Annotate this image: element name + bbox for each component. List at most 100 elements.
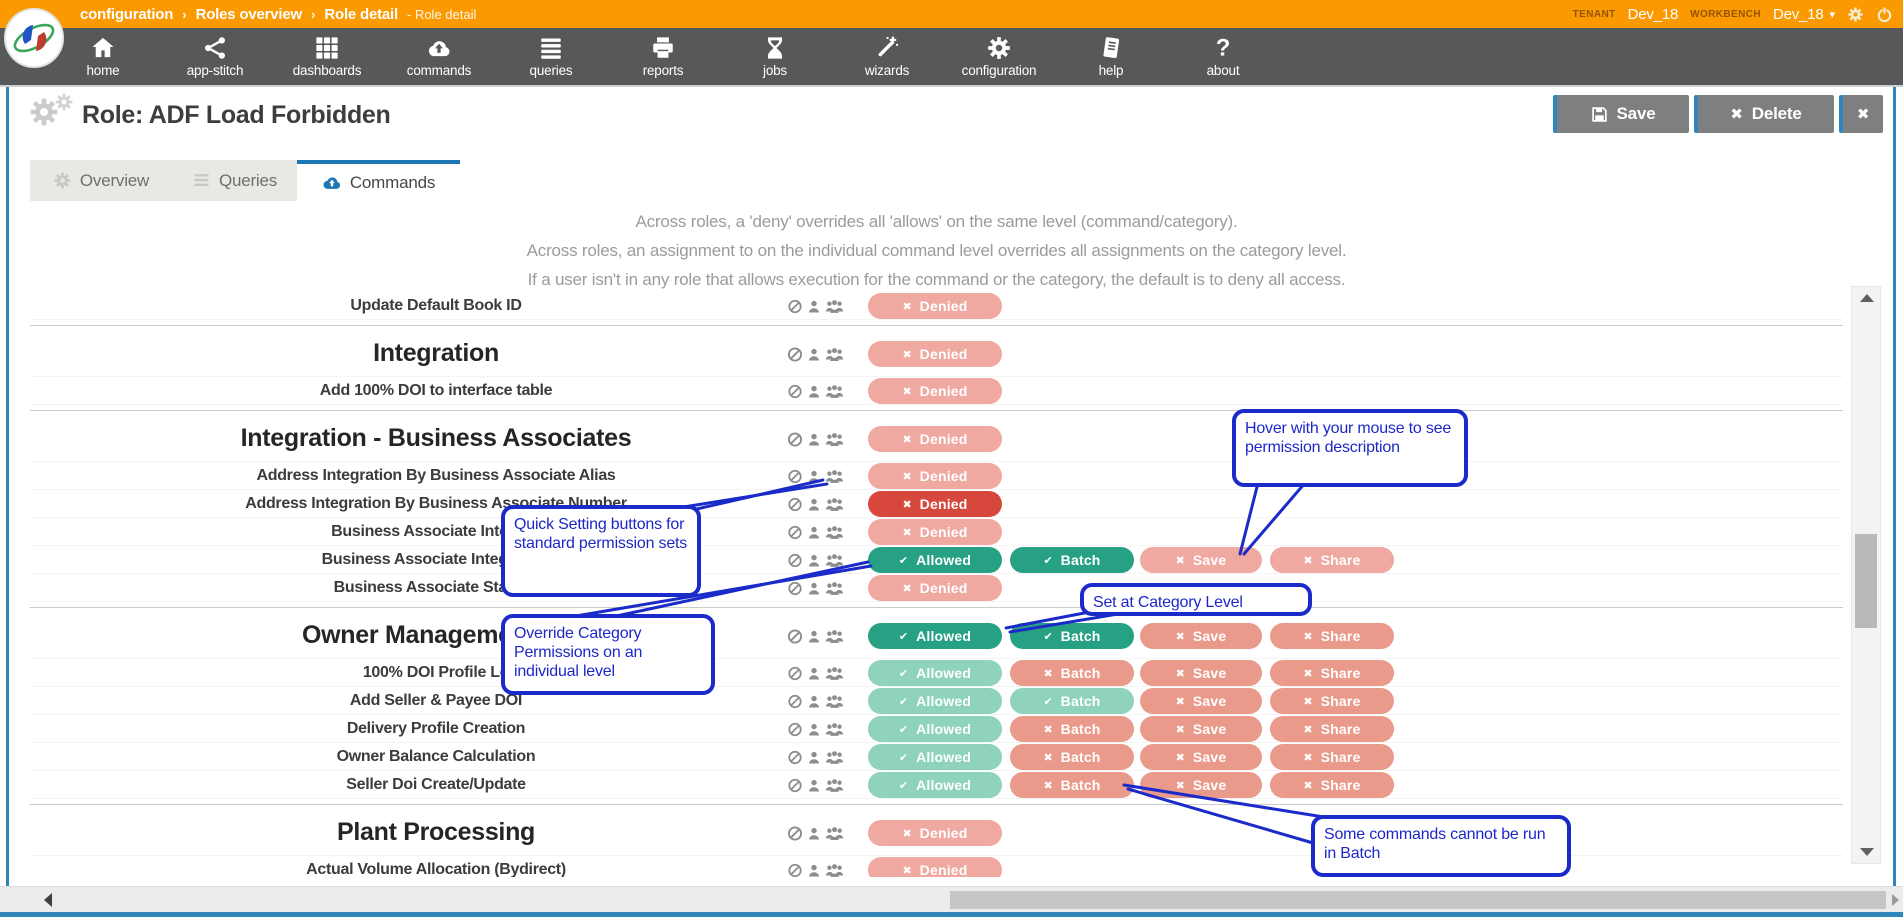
permission-pill-share[interactable]: ✖Share [1270, 660, 1394, 686]
permission-pill-save[interactable]: ✖Save [1140, 660, 1262, 686]
nav-item-app-stitch[interactable]: app-stitch [159, 28, 271, 85]
chevron-down-icon[interactable]: ▾ [1829, 8, 1835, 21]
group-icon[interactable] [825, 694, 844, 709]
group-icon[interactable] [825, 384, 844, 399]
tab-overview[interactable]: Overview [30, 160, 172, 201]
deny-all-icon[interactable] [787, 553, 803, 568]
deny-all-icon[interactable] [787, 299, 803, 314]
user-icon[interactable] [807, 750, 821, 765]
nav-item-about[interactable]: ?about [1167, 28, 1279, 85]
group-icon[interactable] [825, 345, 844, 364]
permission-pill-denied[interactable]: ✖Denied [868, 575, 1002, 601]
deny-all-icon[interactable] [787, 824, 803, 843]
power-icon[interactable] [1876, 6, 1893, 23]
deny-all-icon[interactable] [787, 863, 803, 878]
nav-item-dashboards[interactable]: dashboards [271, 28, 383, 85]
delete-button[interactable]: ✖ Delete [1694, 95, 1834, 133]
deny-all-icon[interactable] [787, 525, 803, 540]
group-icon[interactable] [825, 469, 844, 484]
permission-pill-allowed[interactable]: ✔Allowed [868, 744, 1002, 770]
save-button[interactable]: Save [1553, 95, 1689, 133]
app-logo[interactable] [4, 8, 64, 68]
nav-item-commands[interactable]: commands [383, 28, 495, 85]
user-icon[interactable] [807, 345, 821, 364]
deny-all-icon[interactable] [787, 581, 803, 596]
permission-pill-share[interactable]: ✖Share [1270, 688, 1394, 714]
tab-queries[interactable]: Queries [172, 160, 297, 201]
scroll-left-arrow[interactable] [44, 893, 52, 907]
permission-pill-allowed[interactable]: ✔Allowed [868, 688, 1002, 714]
deny-all-icon[interactable] [787, 345, 803, 364]
user-icon[interactable] [807, 824, 821, 843]
group-icon[interactable] [825, 497, 844, 512]
user-icon[interactable] [807, 525, 821, 540]
settings-gear-icon[interactable] [1847, 6, 1864, 23]
user-icon[interactable] [807, 497, 821, 512]
user-icon[interactable] [807, 778, 821, 793]
permission-pill-batch[interactable]: ✔Batch [1010, 547, 1134, 573]
permission-pill-denied[interactable]: ✖Denied [868, 293, 1002, 319]
permission-pill-allowed[interactable]: ✔Allowed [868, 772, 1002, 798]
user-icon[interactable] [807, 553, 821, 568]
permission-pill-allowed[interactable]: ✔Allowed [868, 547, 1002, 573]
user-icon[interactable] [807, 469, 821, 484]
nav-item-jobs[interactable]: jobs [719, 28, 831, 85]
permission-pill-save[interactable]: ✖Save [1140, 744, 1262, 770]
permission-pill-allowed[interactable]: ✔Allowed [868, 716, 1002, 742]
deny-all-icon[interactable] [787, 430, 803, 449]
deny-all-icon[interactable] [787, 694, 803, 709]
breadcrumb-item-configuration[interactable]: configuration [80, 6, 173, 23]
permission-pill-share[interactable]: ✖Share [1270, 744, 1394, 770]
vertical-scroll-thumb[interactable] [1855, 534, 1877, 628]
permission-pill-batch[interactable]: ✔Batch [1010, 688, 1134, 714]
permission-pill-share[interactable]: ✖Share [1270, 716, 1394, 742]
user-icon[interactable] [807, 430, 821, 449]
group-icon[interactable] [825, 863, 844, 878]
nav-item-help[interactable]: help [1055, 28, 1167, 85]
deny-all-icon[interactable] [787, 627, 803, 646]
group-icon[interactable] [825, 722, 844, 737]
vertical-scrollbar[interactable] [1851, 286, 1881, 864]
deny-all-icon[interactable] [787, 666, 803, 681]
deny-all-icon[interactable] [787, 722, 803, 737]
permission-pill-batch[interactable]: ✖Batch [1010, 660, 1134, 686]
permission-pill-denied[interactable]: ✖Denied [868, 820, 1002, 846]
nav-item-configuration[interactable]: configuration [943, 28, 1055, 85]
user-icon[interactable] [807, 863, 821, 878]
permission-pill-batch[interactable]: ✖Batch [1010, 716, 1134, 742]
user-icon[interactable] [807, 627, 821, 646]
permission-pill-batch[interactable]: ✔Batch [1010, 623, 1134, 649]
permission-pill-save[interactable]: ✖Save [1140, 623, 1262, 649]
permission-pill-denied[interactable]: ✖Denied [868, 463, 1002, 489]
group-icon[interactable] [825, 299, 844, 314]
permission-pill-denied[interactable]: ✖Denied [868, 857, 1002, 877]
group-icon[interactable] [825, 430, 844, 449]
horizontal-scroll-thumb[interactable] [950, 891, 1886, 909]
group-icon[interactable] [825, 824, 844, 843]
permission-pill-denied[interactable]: ✖Denied [868, 426, 1002, 452]
permission-pill-allowed[interactable]: ✔Allowed [868, 660, 1002, 686]
breadcrumb-item-role-detail[interactable]: Role detail [324, 6, 398, 23]
deny-all-icon[interactable] [787, 469, 803, 484]
permission-pill-share[interactable]: ✖Share [1270, 623, 1394, 649]
permission-pill-save[interactable]: ✖Save [1140, 716, 1262, 742]
group-icon[interactable] [825, 778, 844, 793]
user-icon[interactable] [807, 299, 821, 314]
permission-pill-batch[interactable]: ✖Batch [1010, 772, 1134, 798]
tab-commands-active[interactable]: Commands [297, 160, 460, 201]
user-icon[interactable] [807, 694, 821, 709]
scroll-up-arrow[interactable] [1860, 294, 1874, 302]
group-icon[interactable] [825, 627, 844, 646]
group-icon[interactable] [825, 750, 844, 765]
user-icon[interactable] [807, 722, 821, 737]
group-icon[interactable] [825, 581, 844, 596]
nav-item-reports[interactable]: reports [607, 28, 719, 85]
breadcrumb-item-roles-overview[interactable]: Roles overview [196, 6, 302, 23]
group-icon[interactable] [825, 525, 844, 540]
permission-pill-share[interactable]: ✖Share [1270, 547, 1394, 573]
user-icon[interactable] [807, 581, 821, 596]
permission-pill-share[interactable]: ✖Share [1270, 772, 1394, 798]
permission-pill-denied[interactable]: ✖Denied [868, 491, 1002, 517]
permission-pill-allowed[interactable]: ✔Allowed [868, 623, 1002, 649]
permission-pill-save[interactable]: ✖Save [1140, 547, 1262, 573]
